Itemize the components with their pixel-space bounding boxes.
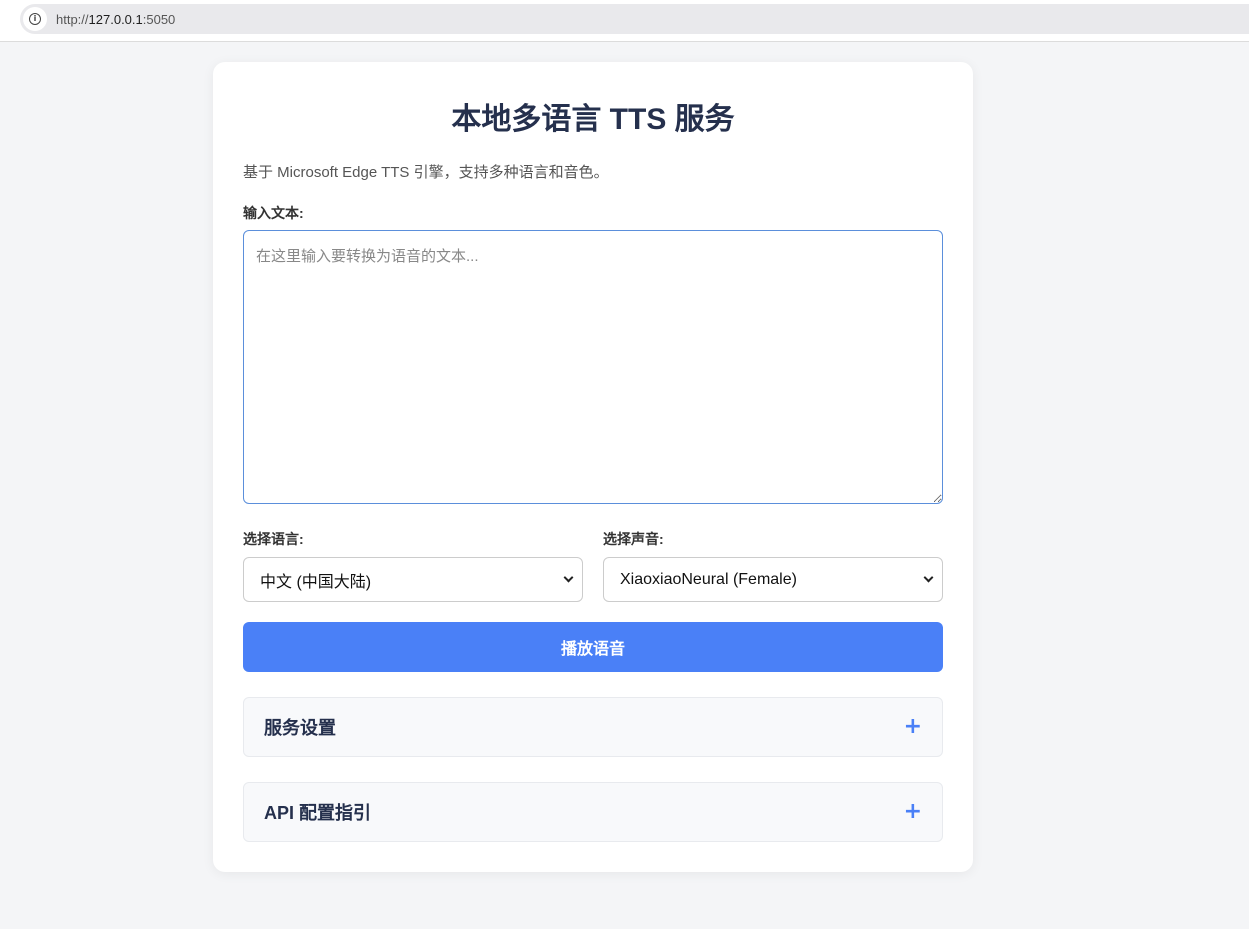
chevron-down-icon (563, 572, 574, 583)
text-input-label: 输入文本: (243, 205, 304, 221)
plus-icon[interactable]: + (904, 801, 922, 823)
play-voice-button-label: 播放语音 (560, 641, 625, 658)
tts-card: 本地多语言 TTS 服务 基于 Microsoft Edge TTS 引擎，支持… (213, 62, 973, 872)
text-input[interactable] (243, 230, 943, 504)
play-voice-button[interactable]: 播放语音 (243, 622, 943, 672)
accordion-service-settings[interactable]: 服务设置 + (243, 697, 943, 757)
language-select[interactable]: 中文 (中国大陆) (243, 557, 583, 602)
page-title: 本地多语言 TTS 服务 (451, 103, 735, 136)
url-prefix: http:// (56, 11, 89, 27)
chevron-down-icon (923, 572, 934, 583)
browser-toolbar: i http://127.0.0.1:5050 (0, 0, 1249, 42)
voice-select[interactable]: XiaoxiaoNeural (Female) (603, 557, 943, 602)
voice-select-label: 选择声音: (603, 531, 664, 547)
accordion-title: API 配置指引 (264, 803, 372, 823)
accordion-title: 服务设置 (264, 718, 336, 738)
address-bar[interactable]: i http://127.0.0.1:5050 (20, 4, 1249, 34)
language-select-value: 中文 (中国大陆) (260, 573, 372, 591)
accordion-api-guide[interactable]: API 配置指引 + (243, 782, 943, 842)
info-icon[interactable]: i (23, 7, 47, 31)
language-select-label: 选择语言: (243, 531, 304, 547)
page-subtitle: 基于 Microsoft Edge TTS 引擎，支持多种语言和音色。 (243, 164, 609, 181)
plus-icon[interactable]: + (904, 716, 922, 738)
url-text[interactable]: http://127.0.0.1:5050 (56, 12, 175, 27)
url-port: :5050 (142, 11, 176, 27)
voice-select-value: XiaoxiaoNeural (Female) (620, 570, 797, 588)
url-host: 127.0.0.1 (88, 11, 143, 27)
